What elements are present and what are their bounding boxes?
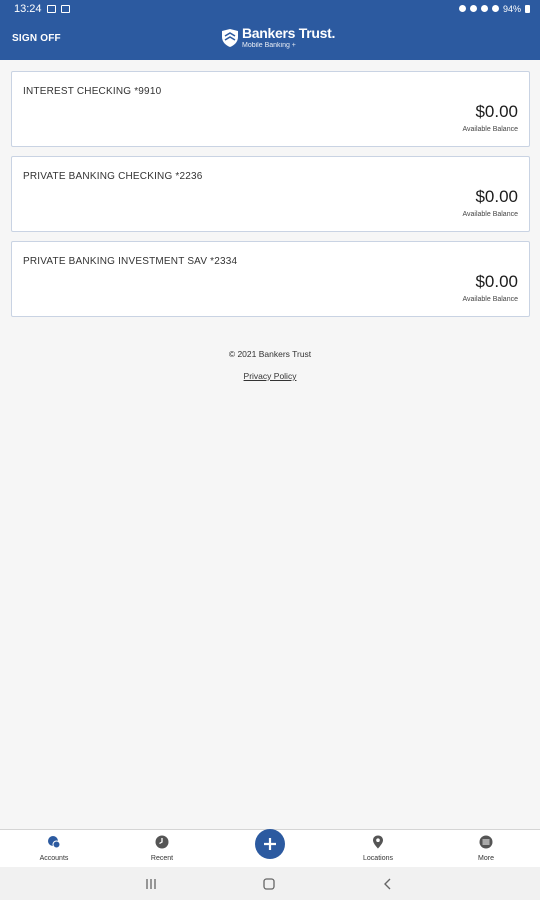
shield-logo-icon bbox=[222, 28, 238, 47]
tab-recent[interactable]: Recent bbox=[122, 830, 202, 868]
mute-icon bbox=[458, 5, 466, 12]
account-balance: $0.00 bbox=[475, 187, 518, 206]
account-card-private-checking[interactable]: PRIVATE BANKING CHECKING *2236 $0.00 Ava… bbox=[11, 156, 530, 232]
tab-accounts-label: Accounts bbox=[39, 855, 69, 862]
account-balance: $0.00 bbox=[475, 272, 518, 291]
tab-locations-label: Locations bbox=[363, 855, 393, 862]
more-icon bbox=[479, 835, 493, 849]
location-icon bbox=[469, 5, 477, 12]
notification-icon bbox=[46, 4, 56, 13]
account-balance-label: Available Balance bbox=[462, 296, 518, 303]
account-balance-label: Available Balance bbox=[462, 211, 518, 218]
battery-icon bbox=[525, 4, 530, 13]
system-navigation-bar bbox=[0, 867, 540, 900]
recent-apps-icon[interactable] bbox=[143, 876, 159, 892]
copyright-text: © 2021 Bankers Trust bbox=[228, 349, 312, 359]
accounts-icon bbox=[48, 836, 61, 849]
home-icon[interactable] bbox=[261, 876, 277, 892]
brand-subtitle: Mobile Banking + bbox=[242, 42, 296, 49]
account-balance-label: Available Balance bbox=[462, 126, 518, 133]
clock-icon bbox=[155, 835, 169, 849]
account-name: INTEREST CHECKING *9910 bbox=[23, 86, 162, 97]
wifi-icon bbox=[480, 5, 488, 12]
sign-off-button[interactable]: SIGN OFF bbox=[12, 17, 61, 60]
signal-icon bbox=[491, 5, 499, 12]
bottom-tab-bar: Accounts Recent Locations More bbox=[0, 829, 540, 867]
tab-recent-label: Recent bbox=[150, 855, 174, 862]
account-name: PRIVATE BANKING INVESTMENT SAV *2334 bbox=[23, 256, 238, 267]
tab-more[interactable]: More bbox=[446, 830, 526, 868]
status-bar: 13:24 94% bbox=[0, 0, 540, 17]
tab-locations[interactable]: Locations bbox=[338, 830, 418, 868]
privacy-policy-link[interactable]: Privacy Policy bbox=[244, 371, 297, 381]
status-time: 13:24 bbox=[14, 2, 42, 15]
add-button[interactable] bbox=[255, 829, 285, 859]
app-header: SIGN OFF Bankers Trust. Mobile Banking + bbox=[0, 17, 540, 60]
back-icon[interactable] bbox=[380, 876, 396, 892]
account-name: PRIVATE BANKING CHECKING *2236 bbox=[23, 171, 203, 182]
account-card-interest-checking[interactable]: INTEREST CHECKING *9910 $0.00 Available … bbox=[11, 71, 530, 147]
gallery-icon bbox=[60, 4, 70, 13]
tab-more-label: More bbox=[478, 855, 494, 862]
brand-name: Bankers Trust. bbox=[242, 25, 336, 41]
account-balance: $0.00 bbox=[475, 102, 518, 121]
privacy-policy-row: Privacy Policy bbox=[0, 371, 540, 381]
tab-accounts[interactable]: Accounts bbox=[14, 830, 94, 868]
map-pin-icon bbox=[373, 835, 383, 849]
plus-icon bbox=[264, 838, 276, 850]
brand-logo: Bankers Trust. Mobile Banking + bbox=[221, 26, 335, 49]
battery-percent: 94% bbox=[502, 3, 521, 14]
account-card-private-investment[interactable]: PRIVATE BANKING INVESTMENT SAV *2334 $0.… bbox=[11, 241, 530, 317]
